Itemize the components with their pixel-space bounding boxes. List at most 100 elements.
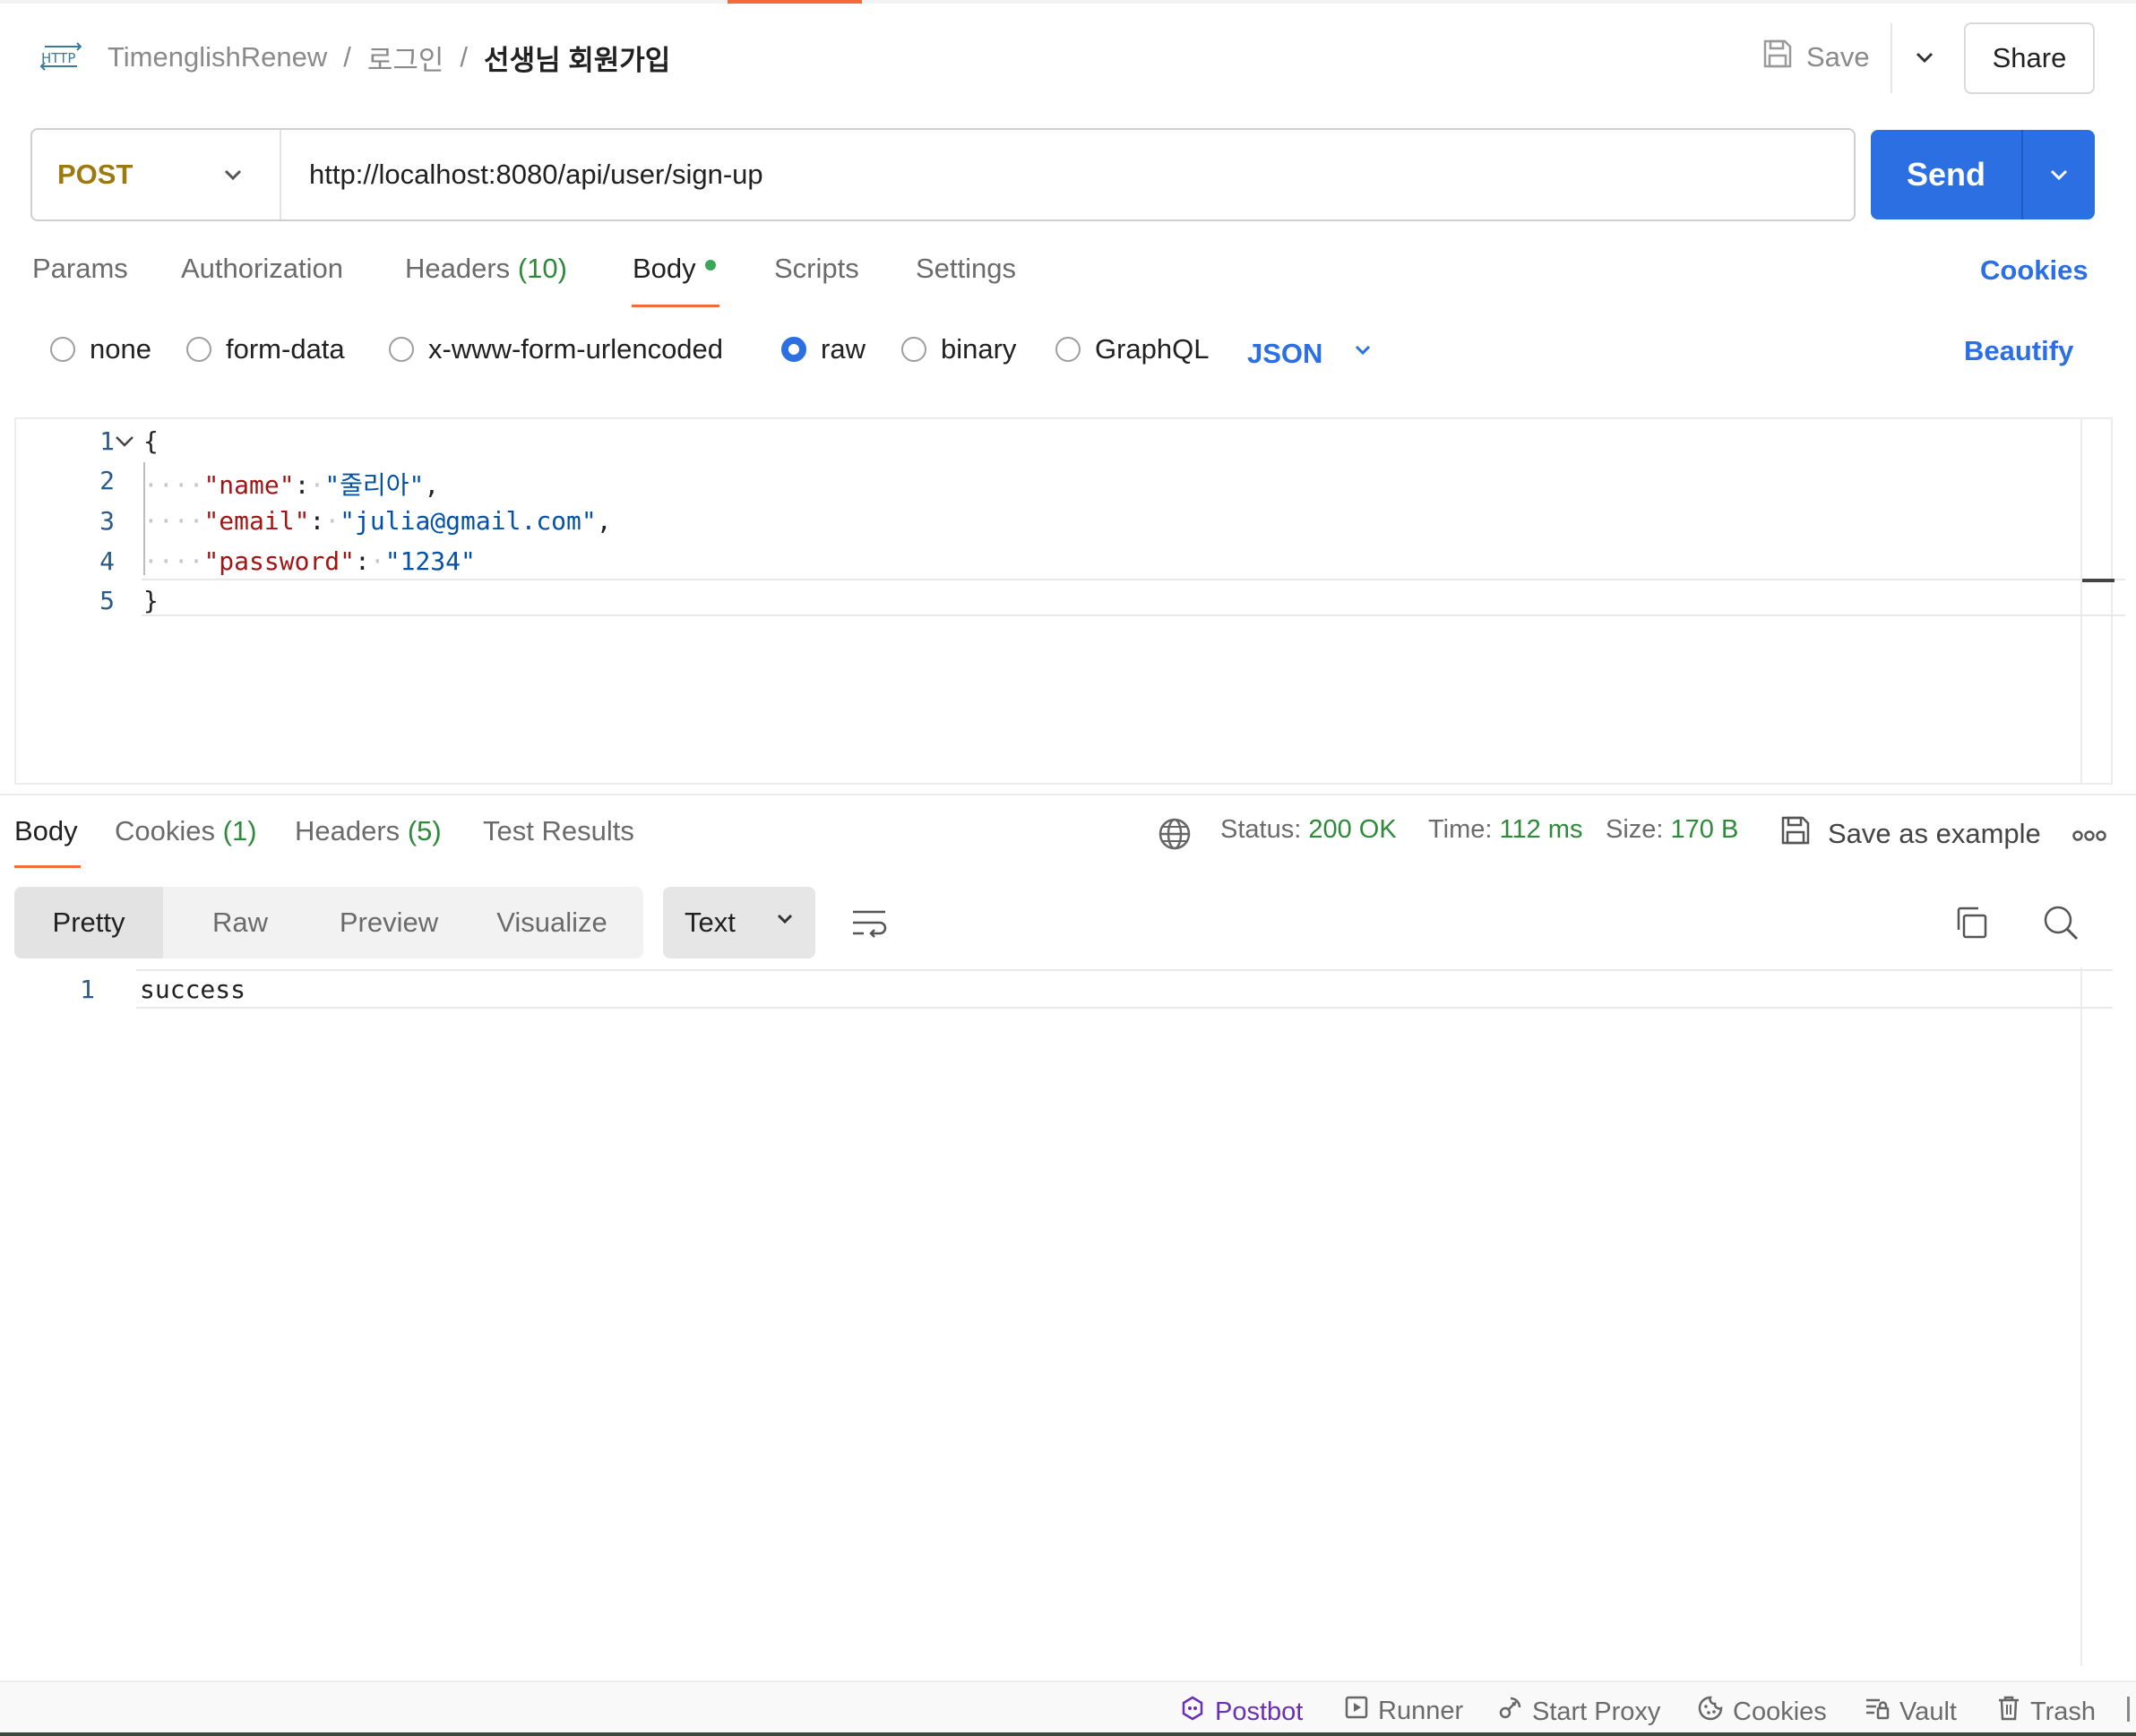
top-tab-strip [0, 0, 2136, 4]
window-bottom-edge [0, 1732, 2136, 1736]
radio-circle [50, 337, 75, 362]
url-bar: POST http://localhost:8080/api/user/sign… [30, 128, 1856, 221]
response-tab-underline [14, 865, 81, 868]
radio-form-data[interactable]: form-data [186, 333, 345, 365]
request-response-divider[interactable] [0, 794, 2136, 795]
radio-raw[interactable]: raw [781, 333, 866, 365]
line-number: 1 [99, 426, 115, 456]
search-icon[interactable] [2041, 903, 2080, 942]
chevron-down-icon [217, 159, 249, 198]
radio-circle [1055, 337, 1081, 362]
view-visualize[interactable]: Visualize [461, 887, 643, 958]
trash-icon [1996, 1695, 2021, 1729]
beautify-link[interactable]: Beautify [1964, 335, 2073, 367]
radio-binary[interactable]: binary [901, 333, 1016, 365]
status-bar: Postbot Runner Start Proxy Cookies Vault… [0, 1680, 2136, 1736]
tab-body[interactable]: Body [633, 253, 716, 285]
share-button[interactable]: Share [1964, 22, 2095, 94]
breadcrumb-collection[interactable]: TimenglishRenew [108, 41, 327, 73]
radio-graphql[interactable]: GraphQL [1055, 333, 1210, 365]
line-number: 2 [99, 466, 115, 495]
breadcrumb-folder[interactable]: 로그인 [367, 38, 444, 78]
radio-circle [389, 337, 414, 362]
radio-urlencoded[interactable]: x-www-form-urlencoded [389, 333, 723, 365]
code-line: ····"email":·"julia@gmail.com", [143, 506, 612, 536]
response-view-switcher: Pretty Raw Preview Visualize [14, 887, 643, 958]
postbot-icon [1179, 1695, 1206, 1729]
code-line: { [143, 426, 159, 456]
format-select[interactable]: JSON [1247, 333, 1376, 374]
tab-scripts[interactable]: Scripts [774, 253, 859, 285]
vault-icon [1864, 1695, 1891, 1729]
request-body-editor[interactable]: 1 2 3 4 5 { ····"name":·"줄리아", ····"emai… [14, 417, 2125, 785]
view-raw[interactable]: Raw [163, 887, 317, 958]
save-icon [1761, 38, 1794, 77]
active-tab-indicator [728, 0, 862, 4]
breadcrumb-request[interactable]: 선생님 회원가입 [484, 38, 670, 78]
code-line: ····"password":·"1234" [143, 546, 476, 576]
status-readout[interactable]: Status: 200 OK [1220, 815, 1397, 845]
content-type-label: Text [685, 907, 736, 938]
panel-toggle-icon[interactable] [2127, 1697, 2130, 1722]
cookies-link[interactable]: Cookies [1980, 254, 2089, 287]
header-divider [1891, 23, 1892, 93]
radio-circle [901, 337, 926, 362]
url-input[interactable]: http://localhost:8080/api/user/sign-up [309, 130, 763, 219]
body-modified-dot [704, 259, 716, 271]
tab-params[interactable]: Params [32, 253, 128, 285]
tab-settings[interactable]: Settings [916, 253, 1016, 285]
active-tab-underline [632, 305, 719, 307]
size-value: 170 B [1670, 815, 1739, 844]
response-body-viewer[interactable]: 1 success [14, 967, 2113, 1666]
footer-start-proxy[interactable]: Start Proxy [1496, 1695, 1660, 1729]
fold-chevron-icon[interactable] [111, 428, 138, 460]
resp-tab-headers[interactable]: Headers (5) [295, 815, 442, 847]
save-button[interactable]: Save [1761, 34, 1870, 81]
code-line: ····"name":·"줄리아", [143, 470, 440, 500]
editor-scrollbar[interactable] [2080, 419, 2082, 783]
breadcrumb: TimenglishRenew / 로그인 / 선생님 회원가입 [108, 38, 670, 78]
method-label: POST [57, 159, 134, 190]
content-type-select[interactable]: Text [663, 887, 815, 958]
active-line-highlight [142, 579, 2125, 616]
send-options-chevron-icon[interactable] [2023, 159, 2095, 191]
radio-none[interactable]: none [50, 333, 151, 365]
footer-runner[interactable]: Runner [1344, 1695, 1463, 1727]
response-scrollbar[interactable] [2080, 967, 2082, 1666]
resp-tab-test-results[interactable]: Test Results [483, 815, 634, 847]
save-options-chevron-icon[interactable] [1907, 39, 1942, 75]
resp-tab-body[interactable]: Body [14, 815, 78, 847]
size-readout[interactable]: Size: 170 B [1606, 815, 1738, 845]
radio-circle [186, 337, 211, 362]
time-value: 112 ms [1499, 815, 1583, 844]
response-body-text: success [140, 975, 246, 1004]
scrollbar-cursor-marker [2082, 579, 2114, 582]
save-label: Save [1806, 41, 1870, 73]
footer-cookies[interactable]: Cookies [1697, 1695, 1827, 1729]
chevron-down-icon [1349, 337, 1376, 371]
radio-circle-checked [781, 337, 806, 362]
time-readout[interactable]: Time: 112 ms [1428, 815, 1582, 845]
view-pretty[interactable]: Pretty [14, 887, 163, 958]
tab-headers[interactable]: Headers (10) [405, 253, 567, 285]
method-select[interactable]: POST [32, 130, 281, 219]
line-number: 1 [80, 975, 95, 1004]
footer-postbot[interactable]: Postbot [1179, 1695, 1303, 1729]
breadcrumb-separator: / [460, 41, 469, 73]
copy-icon[interactable] [1951, 903, 1991, 942]
cookie-icon [1697, 1695, 1724, 1729]
send-button[interactable]: Send [1871, 130, 2095, 219]
http-badge-text: HTTP [41, 50, 75, 66]
footer-vault[interactable]: Vault [1864, 1695, 1957, 1729]
more-options-icon[interactable] [2071, 822, 2107, 849]
footer-trash[interactable]: Trash [1996, 1695, 2096, 1729]
view-preview[interactable]: Preview [317, 887, 461, 958]
wrap-lines-icon[interactable] [849, 903, 889, 942]
active-line-highlight [136, 969, 2113, 1009]
globe-icon[interactable] [1158, 817, 1192, 858]
chevron-down-icon [771, 906, 798, 940]
breadcrumb-separator: / [343, 41, 351, 73]
save-as-example-button[interactable]: Save as example [1779, 812, 2041, 856]
tab-authorization[interactable]: Authorization [181, 253, 343, 285]
resp-tab-cookies[interactable]: Cookies (1) [115, 815, 257, 847]
